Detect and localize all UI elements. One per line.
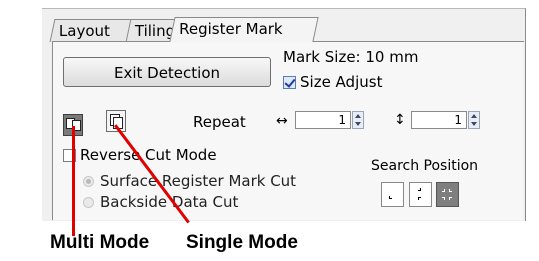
tab-register-mark[interactable]: Register Mark <box>169 17 319 42</box>
tab-content: Exit Detection Mark Size: 10 mm Size Adj… <box>52 42 523 220</box>
multi-mode-caption: Multi Mode <box>50 232 150 253</box>
surface-register-mark-cut-row[interactable]: Surface Register Mark Cut <box>83 172 296 190</box>
surface-register-mark-cut-label: Surface Register Mark Cut <box>100 172 297 190</box>
multi-mode-callout-line <box>72 126 75 236</box>
repeat-horizontal-spinner[interactable] <box>352 111 364 129</box>
single-mode-caption: Single Mode <box>186 232 298 253</box>
mark-size-text: Mark Size: 10 mm <box>283 48 419 66</box>
exit-detection-button[interactable]: Exit Detection <box>63 57 271 87</box>
repeat-vertical-spinner[interactable] <box>468 111 480 129</box>
backside-data-cut-radio[interactable] <box>83 196 94 208</box>
search-position-label: Search Position <box>371 158 479 174</box>
size-adjust-checkbox[interactable] <box>283 75 296 89</box>
repeat-horizontal-input[interactable]: 1 <box>295 111 351 129</box>
search-position-four-corners-button[interactable] <box>436 182 459 207</box>
tab-register-mark-label: Register Mark <box>179 20 283 38</box>
backside-data-cut-row[interactable]: Backside Data Cut <box>83 193 238 211</box>
tab-layout-label: Layout <box>58 22 110 40</box>
search-position-bottom-left-button[interactable] <box>381 182 404 207</box>
search-position-left-button[interactable] <box>409 182 432 207</box>
register-mark-panel: Layout Tiling Register Mark Exit Detecti… <box>42 8 526 221</box>
vertical-arrow-icon: ↕ <box>394 112 406 128</box>
repeat-label: Repeat <box>193 113 246 131</box>
size-adjust-label: Size Adjust <box>300 73 383 91</box>
repeat-vertical-input[interactable]: 1 <box>411 111 467 129</box>
surface-register-mark-cut-radio[interactable] <box>83 175 94 187</box>
reverse-cut-label: Reverse Cut Mode <box>80 146 217 164</box>
horizontal-arrow-icon: ↔ <box>276 113 288 129</box>
size-adjust-row[interactable]: Size Adjust <box>283 73 382 91</box>
